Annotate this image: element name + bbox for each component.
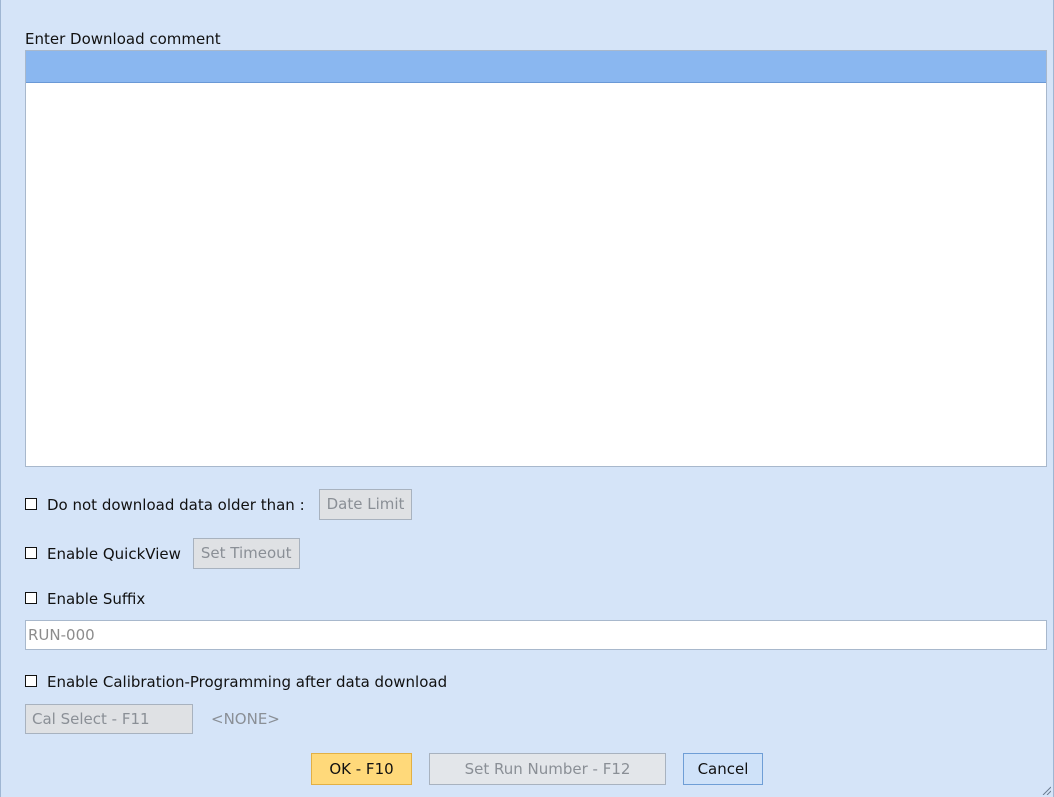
set-run-number-button[interactable]: Set Run Number - F12 <box>429 753 666 785</box>
quickview-checkbox[interactable] <box>25 546 37 559</box>
cal-selected-value: <NONE> <box>211 710 280 728</box>
date-limit-checkbox[interactable] <box>25 497 37 510</box>
comment-textarea-container[interactable] <box>25 50 1047 467</box>
ok-button[interactable]: OK - F10 <box>311 753 412 785</box>
cal-select-row: Cal Select - F11 <NONE> <box>25 704 280 734</box>
comment-label: Enter Download comment <box>25 30 221 48</box>
suffix-checkbox[interactable] <box>25 592 37 604</box>
suffix-input[interactable]: RUN-000 <box>25 620 1047 650</box>
cancel-button[interactable]: Cancel <box>683 753 763 785</box>
calibration-row: Enable Calibration-Programming after dat… <box>25 673 447 691</box>
date-limit-button[interactable]: Date Limit <box>318 489 413 520</box>
quickview-label: Enable QuickView <box>47 544 181 563</box>
calibration-label: Enable Calibration-Programming after dat… <box>47 673 448 691</box>
date-limit-label: Do not download data older than : <box>47 495 305 514</box>
cal-select-button[interactable]: Cal Select - F11 <box>25 704 193 734</box>
download-dialog: Enter Download comment Do not download d… <box>0 0 1054 797</box>
quickview-row: Enable QuickView Set Timeout <box>25 538 300 569</box>
calibration-checkbox[interactable] <box>25 675 37 687</box>
date-limit-row: Do not download data older than : Date L… <box>25 489 413 520</box>
resize-grip-icon[interactable] <box>1041 785 1051 795</box>
comment-textarea[interactable] <box>26 83 1046 466</box>
comment-selected-line[interactable] <box>26 51 1046 83</box>
suffix-label: Enable Suffix <box>47 590 146 608</box>
set-timeout-button[interactable]: Set Timeout <box>192 538 300 569</box>
suffix-row: Enable Suffix <box>25 590 145 608</box>
